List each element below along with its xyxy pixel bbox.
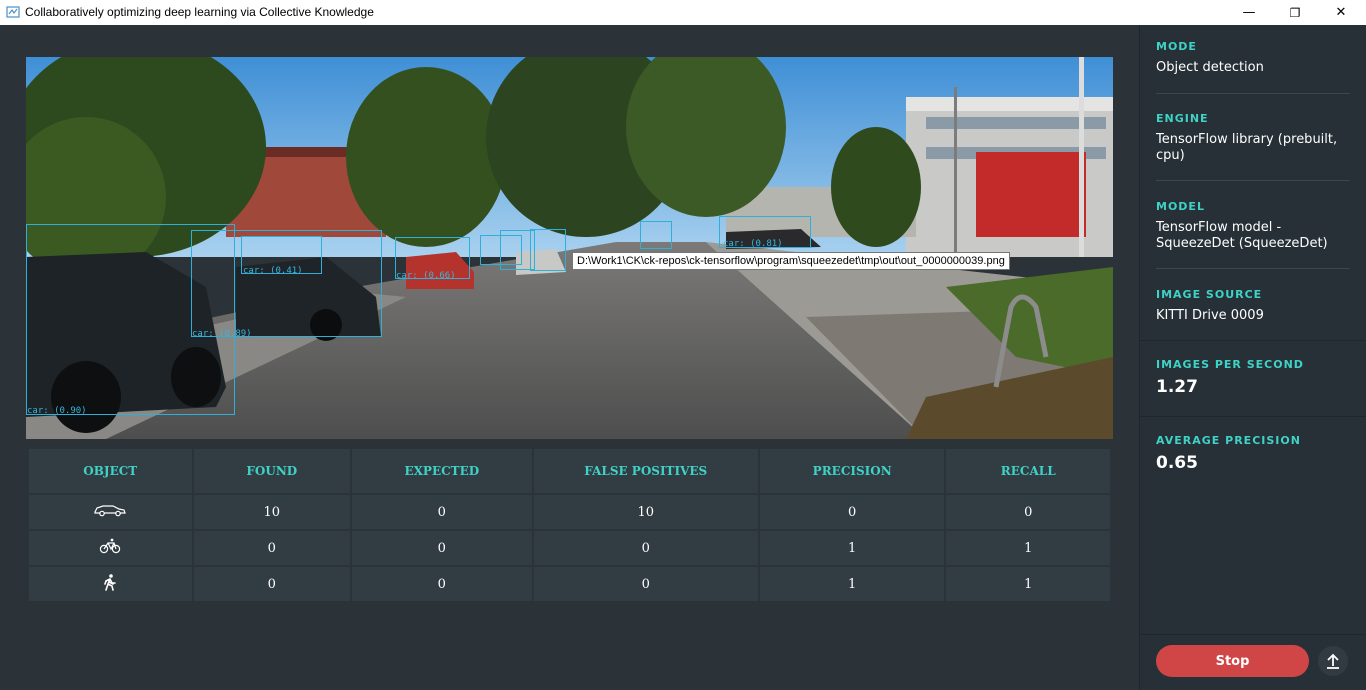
header-object: OBJECT [29, 449, 192, 493]
expected-cell: 0 [352, 567, 532, 601]
header-precision: PRECISION [759, 449, 945, 493]
detection-box [530, 229, 566, 271]
recall-cell: 0 [946, 495, 1110, 529]
detection-label: car: (0.90) [27, 406, 87, 416]
car-icon [94, 505, 127, 517]
found-cell: 0 [193, 567, 351, 601]
app-logo-icon [6, 6, 20, 18]
window-title: Collaboratively optimizing deep learning… [25, 5, 374, 19]
divider [1140, 634, 1366, 635]
bicycle-icon [100, 538, 121, 554]
divider [1156, 93, 1350, 94]
image-source-section: IMAGE SOURCE KITTI Drive 0009 [1156, 288, 1351, 324]
header-found: FOUND [193, 449, 351, 493]
divider [1140, 340, 1366, 341]
mode-value: Object detection [1156, 60, 1264, 75]
model-section: MODEL TensorFlow model - SqueezeDet (Squ… [1156, 200, 1351, 252]
false-positives-cell: 10 [533, 495, 758, 529]
model-label: MODEL [1156, 200, 1205, 213]
engine-label: ENGINE [1156, 112, 1209, 125]
divider [1156, 268, 1350, 269]
header-expected: EXPECTED [352, 449, 532, 493]
average-precision-section: AVERAGE PRECISION 0.65 [1156, 434, 1351, 473]
minimize-button[interactable]: — [1226, 0, 1272, 25]
found-cell: 0 [193, 531, 351, 565]
expected-cell: 0 [352, 495, 532, 529]
object-cell [29, 567, 192, 601]
images-per-second-label: IMAGES PER SECOND [1156, 358, 1304, 371]
detection-box [640, 221, 672, 249]
recall-cell: 1 [946, 567, 1110, 601]
maximize-button[interactable]: ❐ [1272, 0, 1318, 25]
stop-button[interactable]: Stop [1156, 645, 1309, 677]
window-titlebar: Collaboratively optimizing deep learning… [0, 0, 1366, 25]
mode-section: MODE Object detection [1156, 40, 1351, 76]
precision-cell: 1 [759, 567, 945, 601]
table-row: 0 0 0 1 1 [29, 531, 1110, 565]
divider [1140, 416, 1366, 417]
average-precision-label: AVERAGE PRECISION [1156, 434, 1301, 447]
images-per-second-section: IMAGES PER SECOND 1.27 [1156, 358, 1351, 397]
mode-label: MODE [1156, 40, 1197, 53]
found-cell: 10 [193, 495, 351, 529]
false-positives-cell: 0 [533, 531, 758, 565]
object-cell [29, 531, 192, 565]
detection-label: car: (0.41) [243, 266, 303, 276]
engine-value: TensorFlow library (prebuilt, cpu) [1156, 132, 1338, 163]
table-header-row: OBJECT FOUND EXPECTED FALSE POSITIVES PR… [29, 449, 1110, 493]
close-button[interactable]: ✕ [1318, 0, 1364, 25]
recall-cell: 1 [946, 531, 1110, 565]
image-source-label: IMAGE SOURCE [1156, 288, 1263, 301]
average-precision-value: 0.65 [1156, 453, 1198, 473]
engine-section: ENGINE TensorFlow library (prebuilt, cpu… [1156, 112, 1351, 164]
false-positives-cell: 0 [533, 567, 758, 601]
images-per-second-value: 1.27 [1156, 377, 1198, 397]
pedestrian-icon [104, 573, 117, 591]
precision-cell: 0 [759, 495, 945, 529]
results-table: OBJECT FOUND EXPECTED FALSE POSITIVES PR… [27, 447, 1112, 603]
detection-label: car: (0.89) [192, 329, 252, 339]
table-row: 0 0 0 1 1 [29, 567, 1110, 601]
table-row: 10 0 10 0 0 [29, 495, 1110, 529]
image-path-tooltip: D:\Work1\CK\ck-repos\ck-tensorflow\progr… [572, 252, 1010, 270]
upload-button[interactable] [1318, 646, 1348, 676]
detection-label: car: (0.66) [396, 271, 456, 281]
arrow-up-icon [1327, 653, 1339, 669]
object-cell [29, 495, 192, 529]
model-value: TensorFlow model - SqueezeDet (SqueezeDe… [1156, 220, 1328, 251]
header-false-positives: FALSE POSITIVES [533, 449, 758, 493]
image-source-value: KITTI Drive 0009 [1156, 308, 1264, 323]
info-sidebar: MODE Object detection ENGINE TensorFlow … [1139, 25, 1366, 690]
detection-image: car: (0.41) car: (0.66) car: (0.89) car:… [26, 57, 1113, 439]
expected-cell: 0 [352, 531, 532, 565]
divider [1156, 180, 1350, 181]
precision-cell: 1 [759, 531, 945, 565]
detection-label: car: (0.81) [723, 239, 783, 249]
header-recall: RECALL [946, 449, 1110, 493]
